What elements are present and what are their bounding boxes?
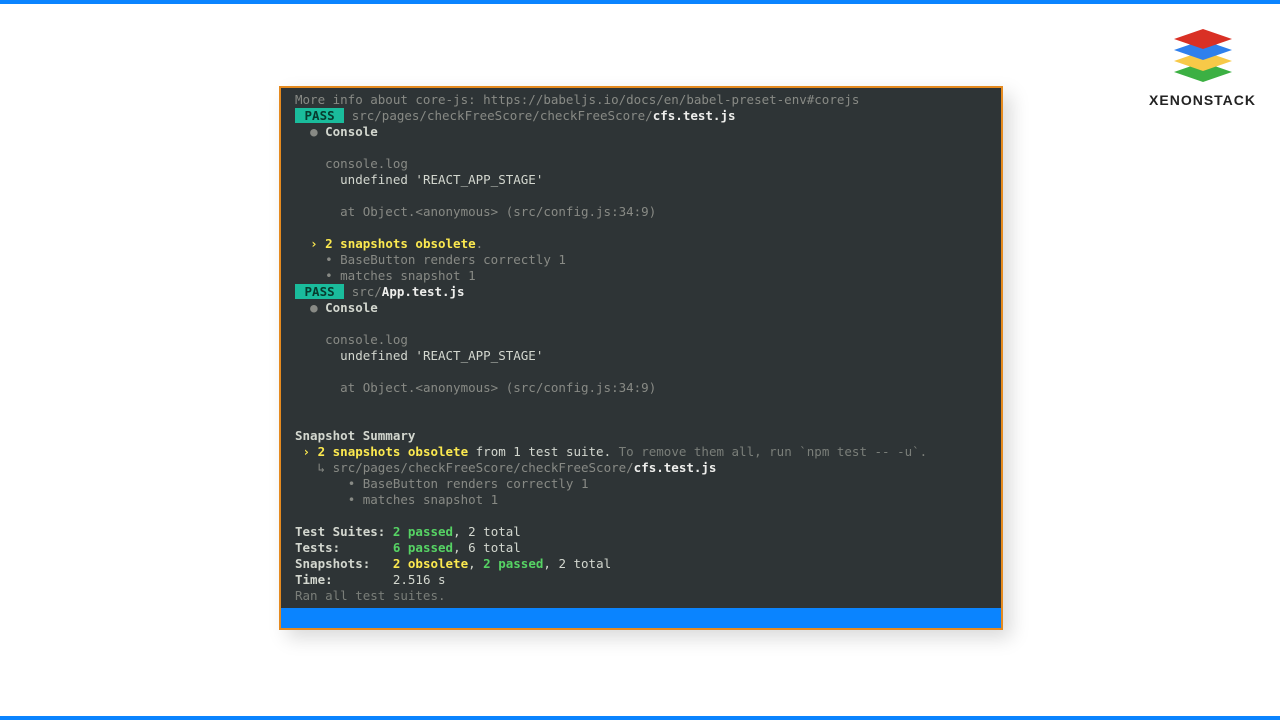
ran-all-line: Ran all test suites. [295, 588, 446, 603]
terminal-status-bar [281, 608, 1001, 628]
obsolete-marker-1: › [310, 236, 325, 251]
test-path-1-prefix: src/pages/checkFreeScore/checkFreeScore/ [352, 108, 653, 123]
test-path-1-file: cfs.test.js [653, 108, 736, 123]
stacked-layers-icon [1168, 28, 1238, 84]
bottom-accent-bar [0, 716, 1280, 720]
tree-path-file: cfs.test.js [634, 460, 717, 475]
pass-badge-1: PASS [295, 108, 344, 123]
console-label-2: Console [325, 300, 378, 315]
obsolete-count-2: 2 snapshots obsolete [318, 444, 469, 459]
tree-branch-icon: ↳ [318, 460, 333, 475]
undefined-env-1: undefined 'REACT_APP_STAGE' [340, 172, 543, 187]
snapshot-summary-header: Snapshot Summary [295, 428, 415, 443]
time-label: Time: [295, 572, 393, 587]
snapshots-total: , 2 total [543, 556, 611, 571]
snapshot-item-1a: • BaseButton renders correctly 1 [325, 252, 566, 267]
tree-path-prefix: src/pages/checkFreeScore/checkFreeScore/ [333, 460, 634, 475]
corejs-info-line: More info about core-js: https://babeljs… [295, 92, 859, 107]
obsolete-count-1: 2 snapshots obsolete [325, 236, 476, 251]
bullet-icon: ● [310, 300, 318, 315]
snapshots-label: Snapshots: [295, 556, 393, 571]
summary-hint: To remove them all, run `npm test -- -u`… [619, 444, 928, 459]
brand-name: XENONSTACK [1149, 92, 1256, 108]
terminal-window: More info about core-js: https://babeljs… [279, 86, 1003, 630]
snapshots-obsolete: 2 obsolete [393, 556, 468, 571]
stack-trace-1: at Object.<anonymous> (src/config.js:34:… [340, 204, 656, 219]
console-log-1: console.log [325, 156, 408, 171]
test-suites-passed: 2 passed [393, 524, 453, 539]
terminal-output: More info about core-js: https://babeljs… [281, 88, 1001, 608]
top-accent-bar [0, 0, 1280, 4]
undefined-env-2: undefined 'REACT_APP_STAGE' [340, 348, 543, 363]
brand-logo: XENONSTACK [1149, 28, 1256, 108]
test-path-2-prefix: src/ [352, 284, 382, 299]
console-log-2: console.log [325, 332, 408, 347]
snapshot-item-2b: • matches snapshot 1 [348, 492, 499, 507]
test-suites-total: , 2 total [453, 524, 521, 539]
snapshot-item-1b: • matches snapshot 1 [325, 268, 476, 283]
bullet-icon: ● [310, 124, 318, 139]
pass-badge-2: PASS [295, 284, 344, 299]
tests-label: Tests: [295, 540, 393, 555]
console-label-1: Console [325, 124, 378, 139]
obsolete-marker-2: › [303, 444, 318, 459]
tests-total: , 6 total [453, 540, 521, 555]
stack-trace-2: at Object.<anonymous> (src/config.js:34:… [340, 380, 656, 395]
summary-from: from 1 test suite. [476, 444, 611, 459]
test-suites-label: Test Suites: [295, 524, 393, 539]
test-path-2-file: App.test.js [382, 284, 465, 299]
snapshots-passed: 2 passed [483, 556, 543, 571]
snapshot-item-2a: • BaseButton renders correctly 1 [348, 476, 589, 491]
time-value: 2.516 s [393, 572, 446, 587]
tests-passed: 6 passed [393, 540, 453, 555]
